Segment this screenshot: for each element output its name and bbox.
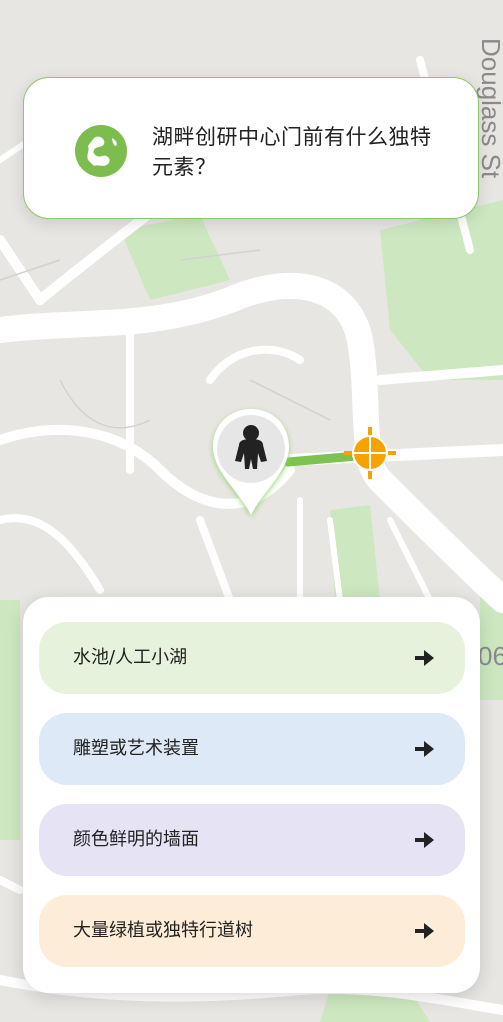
globe-icon xyxy=(75,125,127,177)
answer-label: 大量绿植或独特行道树 xyxy=(73,920,253,941)
street-label: Douglass St xyxy=(476,38,503,179)
answer-option-3[interactable]: 颜色鲜明的墙面 xyxy=(39,804,465,876)
arrow-right-icon xyxy=(415,741,434,757)
answer-option-4[interactable]: 大量绿植或独特行道树 xyxy=(39,895,465,967)
user-location-pin[interactable] xyxy=(207,405,295,521)
question-text: 湖畔创研中心门前有什么独特元素？ xyxy=(152,125,432,179)
map-edge-number: 06 xyxy=(478,641,503,671)
answers-panel: 水池/人工小湖 雕塑或艺术装置 颜色鲜明的墙面 大量绿植或独特行道树 xyxy=(23,597,480,993)
answer-option-2[interactable]: 雕塑或艺术装置 xyxy=(39,713,465,785)
arrow-right-icon xyxy=(415,650,434,666)
arrow-right-icon xyxy=(415,832,434,848)
question-card: 湖畔创研中心门前有什么独特元素？ xyxy=(23,77,479,219)
answer-label: 颜色鲜明的墙面 xyxy=(73,829,199,850)
answer-label: 雕塑或艺术装置 xyxy=(73,738,199,759)
arrow-right-icon xyxy=(415,923,434,939)
answer-label: 水池/人工小湖 xyxy=(73,647,188,668)
answer-option-1[interactable]: 水池/人工小湖 xyxy=(39,622,465,694)
